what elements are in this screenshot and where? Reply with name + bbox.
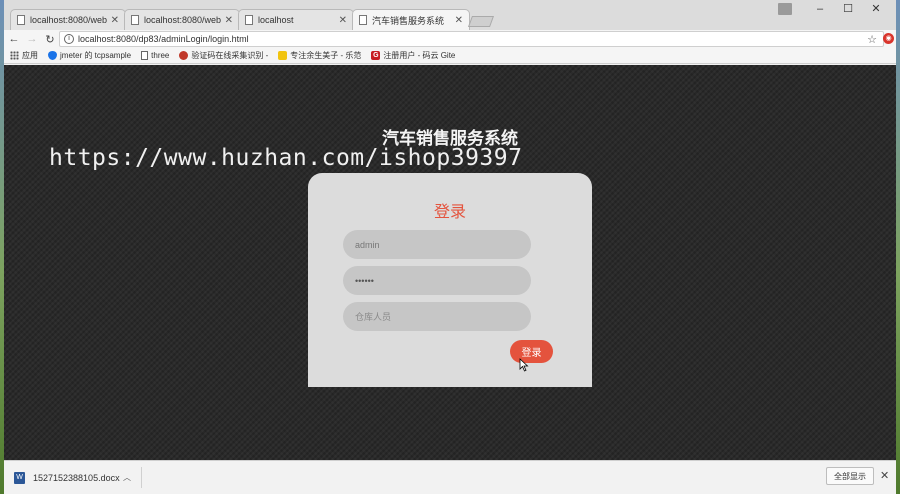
tab-title: localhost:8080/webtoo [30,15,107,25]
shield-icon [48,51,57,60]
browser-window: localhost:8080/webtoo ✕ localhost:8080/w… [4,0,896,494]
tab-title: localhost [258,15,294,25]
word-document-icon: W [14,471,25,484]
download-bar: W 1527152388105.docx ︿ 全部显示 ✕ [4,460,896,494]
close-icon[interactable]: ✕ [225,15,233,26]
page-icon [17,15,25,25]
gitee-icon: G [371,51,381,60]
login-card: 登录 admin •••••• 登录 [308,173,592,387]
bookmark-lefan[interactable]: 专注余生美子 - 乐范 [278,50,361,61]
download-item[interactable]: W 1527152388105.docx ︿ [14,467,142,488]
bookmark-jmeter[interactable]: jmeter 的 tcpsample [48,50,131,61]
minimize-icon[interactable]: – [806,0,834,18]
close-icon[interactable]: ✕ [111,15,119,26]
tab-car-sales-system[interactable]: 汽车销售服务系统 ✕ [352,9,470,30]
address-bar[interactable]: i localhost:8080/dp83/adminLogin/login.h… [59,31,884,47]
browser-toolbar: ← → ↻ i localhost:8080/dp83/adminLogin/l… [4,30,896,48]
reload-icon[interactable]: ↻ [42,33,58,46]
close-window-icon[interactable]: ✕ [862,0,890,18]
tab-webtool-2[interactable]: localhost:8080/webtoo ✕ [124,9,240,30]
bookmark-icon [278,51,288,60]
tab-title: 汽车销售服务系统 [372,15,445,26]
bookmark-label: jmeter 的 tcpsample [60,51,132,60]
close-icon[interactable]: ✕ [455,15,463,26]
bookmark-captcha[interactable]: 验证码在线采集识别 - [179,50,268,61]
password-value: •••••• [355,275,374,286]
bookmark-label: 应用 [22,51,38,60]
new-tab-button[interactable] [467,16,495,27]
extension-icon[interactable]: ◉ [883,33,894,44]
apps-icon [10,51,19,60]
bookmark-label: 注册用户 - 码云 Gite [383,51,456,60]
info-icon[interactable]: i [64,34,74,44]
url-text[interactable]: localhost:8080/dp83/adminLogin/login.htm… [78,34,867,44]
page-icon [359,15,367,25]
bookmark-apps[interactable]: 应用 [10,50,38,61]
show-all-downloads-button[interactable]: 全部显示 [826,467,874,485]
bookmark-label: 验证码在线采集识别 - [191,51,269,60]
bookmark-icon [179,51,189,60]
close-icon[interactable]: ✕ [880,469,889,482]
login-button[interactable]: 登录 [510,340,553,363]
bookmarks-bar: 应用 jmeter 的 tcpsample three 验证码在线采集识别 - … [4,48,896,64]
bookmark-gitee[interactable]: G 注册用户 - 码云 Gite [371,50,455,61]
download-file-name: 1527152388105.docx [33,472,120,483]
password-field[interactable]: •••••• [343,266,531,295]
bookmark-three[interactable]: three [141,51,169,60]
bookmark-label: 专注余生美子 - 乐范 [290,51,362,60]
bookmark-label: three [151,51,170,60]
page-icon [245,15,253,25]
role-input[interactable] [343,302,531,331]
window-controls: – ☐ ✕ [778,0,890,18]
tab-title: localhost:8080/webtoo [144,15,221,25]
maximize-icon[interactable]: ☐ [834,0,862,18]
profile-icon[interactable] [778,3,792,15]
page-icon [131,15,139,25]
username-field[interactable]: admin [343,230,531,259]
page-content: 汽车销售服务系统 https://www.huzhan.com/ishop393… [4,65,896,460]
forward-arrow-icon[interactable]: → [24,33,40,45]
tab-localhost[interactable]: localhost ✕ [238,9,354,30]
watermark-text: https://www.huzhan.com/ishop39397 [49,145,523,171]
back-arrow-icon[interactable]: ← [6,33,22,45]
star-icon[interactable]: ☆ [867,33,877,46]
mouse-cursor-icon [519,358,529,372]
tab-strip: localhost:8080/webtoo ✕ localhost:8080/w… [4,0,896,30]
username-value: admin [355,239,380,250]
chevron-up-icon[interactable]: ︿ [123,472,131,483]
close-icon[interactable]: ✕ [339,15,347,26]
tab-webtool-1[interactable]: localhost:8080/webtoo ✕ [10,9,126,30]
login-heading: 登录 [433,204,466,221]
file-icon [141,51,149,60]
